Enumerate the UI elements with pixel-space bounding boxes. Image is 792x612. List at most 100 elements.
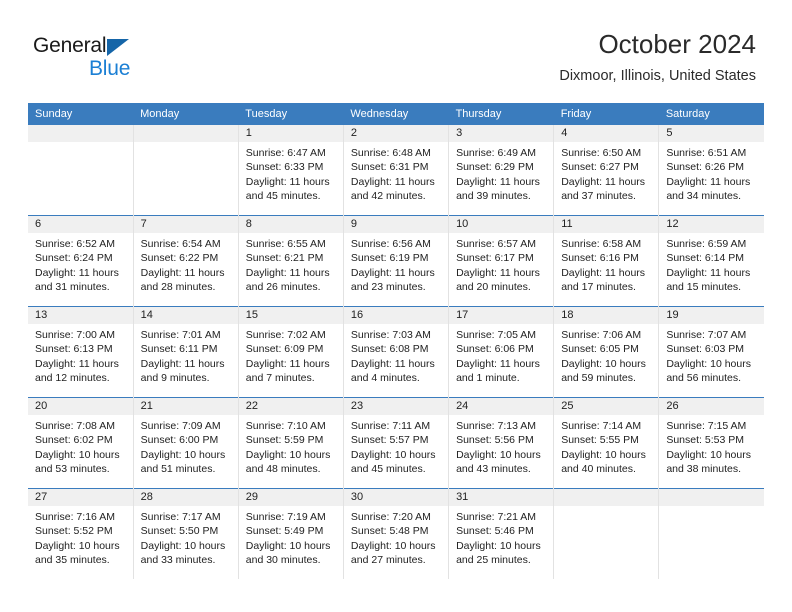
daylight-duration-line2: and 37 minutes. [561, 189, 636, 202]
calendar-day-cell[interactable]: 5 Sunrise: 6:51 AM Sunset: 6:26 PM Daylight… [658, 125, 764, 216]
weekday-header-tuesday: Tuesday [238, 103, 344, 125]
day-details: Sunrise: 7:13 AM Sunset: 5:56 PM Daylight:… [449, 415, 553, 476]
daylight-duration-line1: Daylight: 10 hours [456, 448, 541, 461]
daylight-duration-line2: and 25 minutes. [456, 553, 531, 566]
calendar-day-cell[interactable]: 9 Sunrise: 6:56 AM Sunset: 6:19 PM Daylight… [342, 215, 449, 307]
day-number: 31 [449, 489, 554, 506]
calendar-day-cell[interactable]: 31 Sunrise: 7:21 AM Sunset: 5:46 PM Dayligh… [448, 488, 554, 579]
calendar-day-cell[interactable]: 7 Sunrise: 6:54 AM Sunset: 6:22 PM Daylight… [132, 215, 239, 307]
daylight-duration-line2: and 30 minutes. [245, 553, 321, 566]
daylight-duration-line1: Daylight: 10 hours [666, 357, 751, 370]
daylight-duration-line1: Daylight: 11 hours [456, 357, 540, 370]
day-details: Sunrise: 6:55 AM Sunset: 6:21 PM Daylight:… [239, 233, 343, 294]
daylight-duration-line2: and 45 minutes. [350, 462, 426, 475]
day-number: 16 [343, 307, 449, 324]
day-details: Sunrise: 6:57 AM Sunset: 6:17 PM Daylight:… [449, 233, 553, 294]
sunrise-time: Sunrise: 7:14 AM [561, 420, 642, 432]
day-details [28, 142, 133, 146]
sunrise-time: Sunrise: 7:00 AM [35, 329, 115, 341]
calendar-day-cell[interactable]: 3 Sunrise: 6:49 AM Sunset: 6:29 PM Daylight… [448, 125, 554, 216]
sunset-time: Sunset: 6:21 PM [245, 252, 324, 265]
day-number: 11 [554, 216, 659, 233]
daylight-duration-line2: and 23 minutes. [350, 280, 426, 293]
daylight-duration-line2: and 35 minutes. [35, 553, 110, 566]
day-details: Sunrise: 7:05 AM Sunset: 6:06 PM Daylight:… [449, 324, 553, 385]
sunset-time: Sunset: 6:16 PM [561, 252, 639, 265]
daylight-duration-line2: and 33 minutes. [140, 553, 216, 566]
sunrise-time: Sunrise: 7:16 AM [35, 511, 115, 523]
page-title: October 2024 [598, 29, 756, 59]
day-details: Sunrise: 6:56 AM Sunset: 6:19 PM Daylight:… [344, 233, 448, 294]
calendar-day-cell[interactable]: 21 Sunrise: 7:09 AM Sunset: 6:00 PM Dayligh… [132, 397, 239, 489]
calendar-day-cell[interactable]: 18 Sunrise: 7:06 AM Sunset: 6:05 PM Dayligh… [553, 306, 659, 398]
day-number: 18 [554, 307, 659, 324]
sunset-time: Sunset: 6:03 PM [666, 343, 744, 356]
calendar-day-cell[interactable]: 30 Sunrise: 7:20 AM Sunset: 5:48 PM Dayligh… [342, 488, 449, 579]
sunset-time: Sunset: 5:50 PM [140, 525, 219, 538]
calendar-page: General Blue October 2024 Dixmoor, Illin… [0, 0, 792, 612]
calendar-day-cell[interactable]: 8 Sunrise: 6:55 AM Sunset: 6:21 PM Daylight… [237, 215, 344, 307]
day-number [659, 489, 764, 506]
calendar-day-cell[interactable]: 25 Sunrise: 7:14 AM Sunset: 5:55 PM Dayligh… [553, 397, 659, 489]
day-number [133, 125, 238, 142]
calendar-day-cell[interactable]: 10 Sunrise: 6:57 AM Sunset: 6:17 PM Dayligh… [448, 215, 554, 307]
calendar-day-cell[interactable]: 26 Sunrise: 7:15 AM Sunset: 5:53 PM Dayligh… [658, 397, 764, 489]
day-details: Sunrise: 6:54 AM Sunset: 6:22 PM Daylight:… [134, 233, 238, 294]
calendar-day-cell[interactable]: 12 Sunrise: 6:59 AM Sunset: 6:14 PM Dayligh… [658, 215, 764, 307]
calendar-header-row: Sunday Monday Tuesday Wednesday Thursday… [28, 103, 764, 125]
day-number: 21 [133, 398, 238, 415]
day-number: 24 [449, 398, 554, 415]
daylight-duration-line1: Daylight: 10 hours [350, 539, 436, 552]
day-details [659, 506, 764, 510]
day-details: Sunrise: 7:19 AM Sunset: 5:49 PM Daylight:… [239, 506, 343, 567]
sunset-time: Sunset: 6:00 PM [140, 434, 219, 447]
day-details: Sunrise: 6:48 AM Sunset: 6:31 PM Daylight:… [344, 142, 448, 203]
calendar-day-cell[interactable]: 2 Sunrise: 6:48 AM Sunset: 6:31 PM Daylight… [342, 125, 449, 216]
sunrise-time: Sunrise: 7:09 AM [140, 420, 221, 432]
daylight-duration-line1: Daylight: 10 hours [140, 448, 226, 461]
calendar-day-cell[interactable]: 15 Sunrise: 7:02 AM Sunset: 6:09 PM Dayligh… [237, 306, 344, 398]
sunset-time: Sunset: 5:56 PM [456, 434, 534, 447]
calendar-day-cell[interactable]: 29 Sunrise: 7:19 AM Sunset: 5:49 PM Dayligh… [237, 488, 344, 579]
calendar-day-cell-empty [28, 125, 134, 216]
calendar-day-cell[interactable]: 4 Sunrise: 6:50 AM Sunset: 6:27 PM Daylight… [553, 125, 659, 216]
calendar-day-cell[interactable]: 1 Sunrise: 6:47 AM Sunset: 6:33 PM Daylight… [237, 125, 344, 216]
day-number: 10 [449, 216, 554, 233]
day-number: 15 [238, 307, 343, 324]
calendar-day-cell[interactable]: 14 Sunrise: 7:01 AM Sunset: 6:11 PM Dayligh… [132, 306, 239, 398]
sunset-time: Sunset: 6:17 PM [456, 252, 534, 265]
daylight-duration-line1: Daylight: 11 hours [350, 357, 435, 370]
day-number: 17 [449, 307, 554, 324]
day-details: Sunrise: 6:52 AM Sunset: 6:24 PM Daylight:… [28, 233, 133, 294]
calendar-day-cell[interactable]: 20 Sunrise: 7:08 AM Sunset: 6:02 PM Dayligh… [28, 397, 134, 489]
day-number: 28 [133, 489, 238, 506]
daylight-duration-line2: and 48 minutes. [245, 462, 321, 475]
calendar-day-cell[interactable]: 11 Sunrise: 6:58 AM Sunset: 6:16 PM Dayligh… [553, 215, 659, 307]
calendar-day-cell[interactable]: 17 Sunrise: 7:05 AM Sunset: 6:06 PM Dayligh… [448, 306, 554, 398]
calendar-day-cell[interactable]: 13 Sunrise: 7:00 AM Sunset: 6:13 PM Dayligh… [28, 306, 134, 398]
sunset-time: Sunset: 6:29 PM [456, 161, 534, 174]
daylight-duration-line2: and 4 minutes. [350, 371, 420, 384]
calendar-body: 1 Sunrise: 6:47 AM Sunset: 6:33 PM Daylight… [28, 125, 764, 579]
general-blue-logo: General Blue [33, 35, 213, 85]
calendar-day-cell[interactable]: 6 Sunrise: 6:52 AM Sunset: 6:24 PM Daylight… [28, 215, 134, 307]
daylight-duration-line1: Daylight: 11 hours [456, 175, 540, 188]
calendar-day-cell[interactable]: 19 Sunrise: 7:07 AM Sunset: 6:03 PM Dayligh… [658, 306, 764, 398]
calendar-day-cell[interactable]: 24 Sunrise: 7:13 AM Sunset: 5:56 PM Dayligh… [448, 397, 554, 489]
day-number [28, 125, 133, 142]
daylight-duration-line1: Daylight: 11 hours [35, 357, 119, 370]
daylight-duration-line1: Daylight: 10 hours [245, 448, 331, 461]
calendar-day-cell[interactable]: 23 Sunrise: 7:11 AM Sunset: 5:57 PM Dayligh… [342, 397, 449, 489]
daylight-duration-line1: Daylight: 10 hours [666, 448, 751, 461]
calendar-day-cell[interactable]: 22 Sunrise: 7:10 AM Sunset: 5:59 PM Dayligh… [237, 397, 344, 489]
sunrise-time: Sunrise: 7:07 AM [666, 329, 747, 341]
daylight-duration-line1: Daylight: 11 hours [245, 357, 330, 370]
calendar-day-cell[interactable]: 28 Sunrise: 7:17 AM Sunset: 5:50 PM Dayligh… [132, 488, 239, 579]
day-number: 29 [238, 489, 343, 506]
day-details: Sunrise: 7:03 AM Sunset: 6:08 PM Daylight:… [344, 324, 448, 385]
weekday-header-wednesday: Wednesday [343, 103, 449, 125]
calendar-day-cell[interactable]: 16 Sunrise: 7:03 AM Sunset: 6:08 PM Dayligh… [342, 306, 449, 398]
day-details: Sunrise: 7:10 AM Sunset: 5:59 PM Daylight:… [239, 415, 343, 476]
calendar-day-cell[interactable]: 27 Sunrise: 7:16 AM Sunset: 5:52 PM Dayligh… [28, 488, 134, 579]
weekday-header-sunday: Sunday [28, 103, 134, 125]
